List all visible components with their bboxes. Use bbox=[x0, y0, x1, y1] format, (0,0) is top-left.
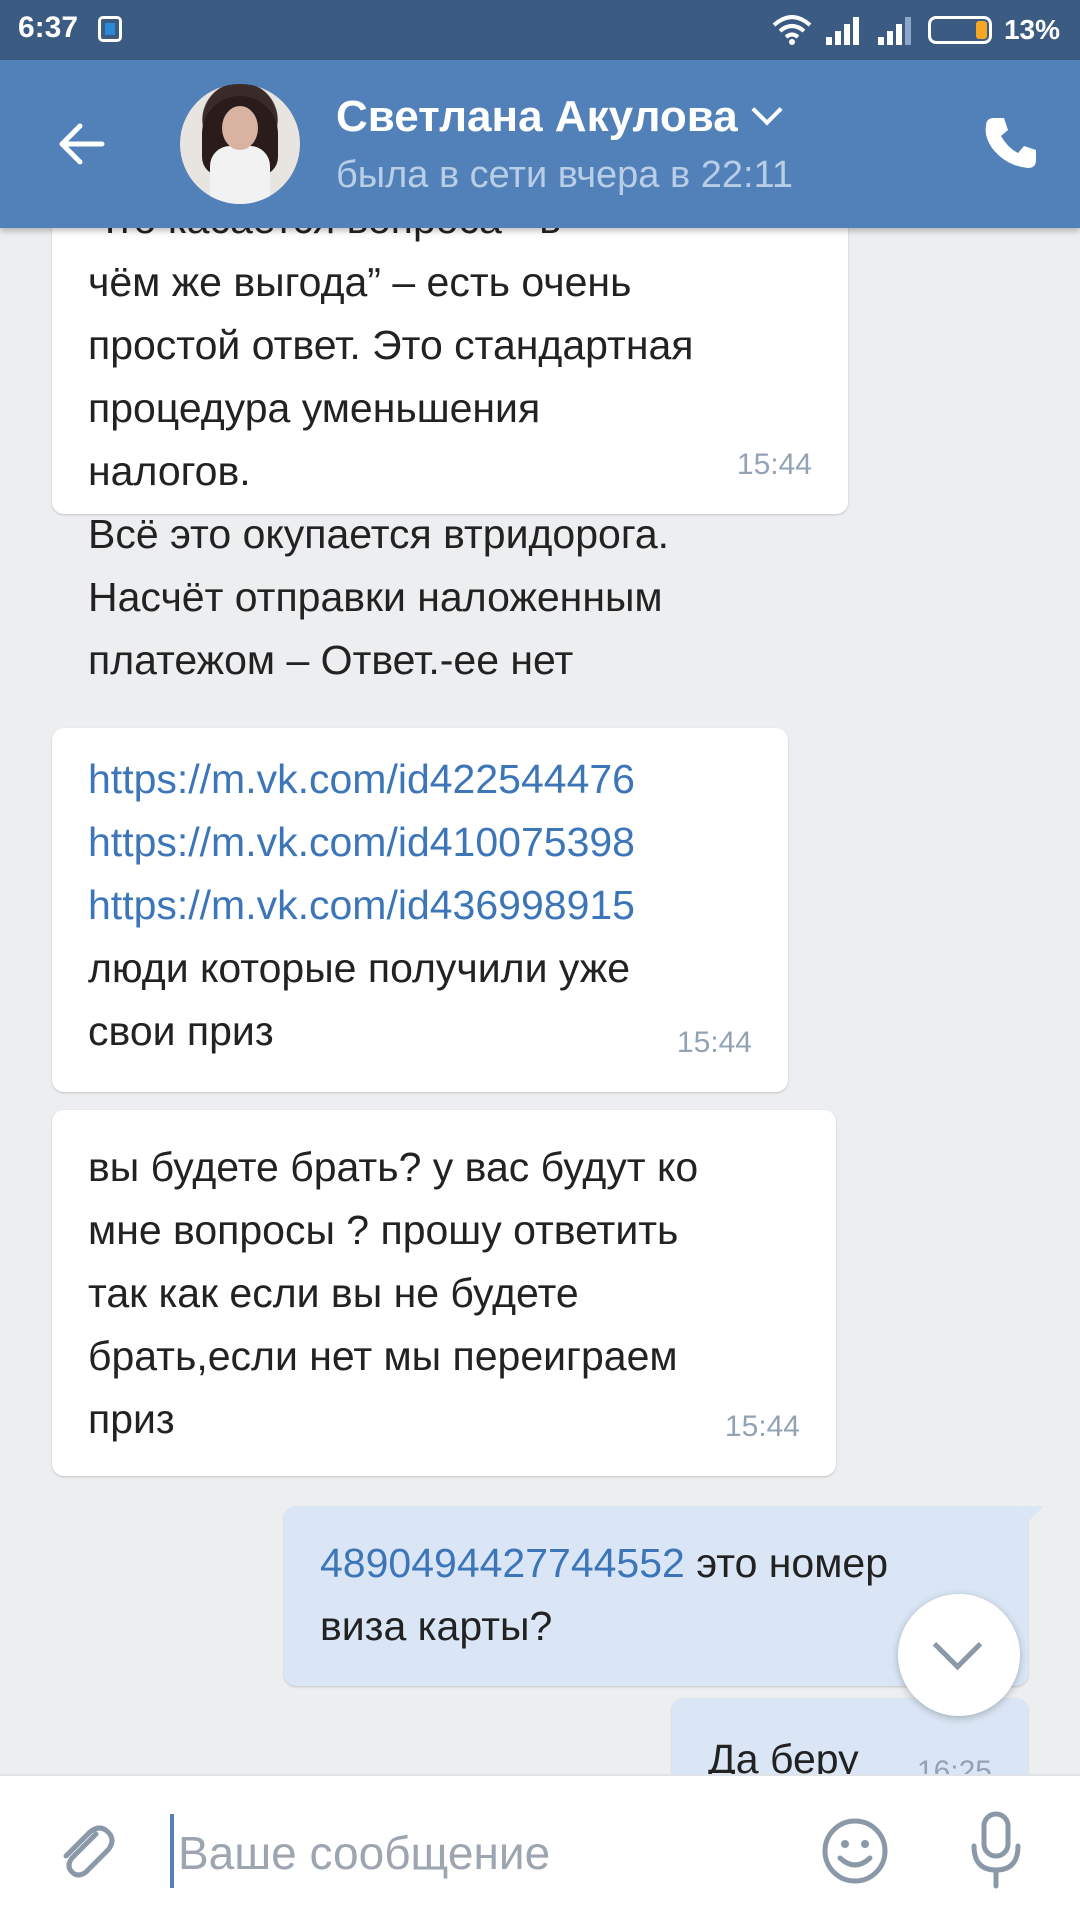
wifi-icon bbox=[772, 15, 812, 45]
message-line: брать,если нет мы переиграем bbox=[88, 1333, 678, 1379]
message-input[interactable] bbox=[176, 1812, 780, 1894]
message-line: люди которые получили уже bbox=[88, 945, 631, 991]
message-line: приз bbox=[88, 1396, 175, 1442]
phone-icon[interactable] bbox=[982, 114, 1040, 172]
message-line: виза карты? bbox=[320, 1603, 553, 1649]
message-line: так как если вы не будете bbox=[88, 1270, 579, 1316]
signal-icon bbox=[825, 17, 859, 45]
bubble-tail bbox=[1022, 1506, 1044, 1528]
notification-icon bbox=[98, 16, 122, 42]
chevron-down-icon bbox=[932, 1620, 983, 1671]
message-line: чём же выгода” – есть очень bbox=[88, 259, 632, 305]
avatar[interactable] bbox=[180, 84, 300, 204]
message-bubble-incoming[interactable]: вы будете брать? у вас будут ко мне вопр… bbox=[52, 1110, 836, 1476]
message-bubble-incoming[interactable]: https://m.vk.com/id422544476 https://m.v… bbox=[52, 728, 788, 1092]
message-link[interactable]: https://m.vk.com/id410075398 bbox=[88, 811, 752, 874]
status-bar: 6:37 13% bbox=[0, 0, 1080, 60]
message-link[interactable]: https://m.vk.com/id436998915 bbox=[88, 874, 752, 937]
message-line: процедура уменьшения bbox=[88, 385, 541, 431]
contact-name-button[interactable]: Светлана Акулова bbox=[336, 92, 783, 142]
message-link[interactable]: https://m.vk.com/id422544476 bbox=[88, 748, 752, 811]
chat-header: Светлана Акулова была в сети вчера в 22:… bbox=[0, 60, 1080, 228]
back-arrow-icon[interactable] bbox=[52, 114, 112, 174]
status-time: 6:37 bbox=[18, 11, 79, 44]
message-line: Насчёт отправки наложенным bbox=[88, 574, 663, 620]
emoji-icon[interactable] bbox=[820, 1816, 890, 1886]
message-line: простой ответ. Это стандартная bbox=[88, 322, 694, 368]
message-line: Всё это окупается втридорога. bbox=[88, 511, 670, 557]
message-line: Что касается вопроса " в bbox=[88, 228, 812, 251]
message-list[interactable]: Что касается вопроса " в чём же выгода” … bbox=[0, 228, 1080, 1774]
chevron-down-icon bbox=[751, 94, 783, 126]
message-line: мне вопросы ? прошу ответить bbox=[88, 1207, 679, 1253]
message-composer bbox=[0, 1774, 1080, 1922]
microphone-icon[interactable] bbox=[966, 1810, 1026, 1890]
signal-icon-2 bbox=[877, 17, 911, 45]
battery-icon bbox=[927, 16, 992, 44]
attach-icon[interactable] bbox=[50, 1816, 120, 1886]
message-time: 15:44 bbox=[736, 448, 812, 481]
text-cursor bbox=[170, 1814, 174, 1888]
message-text: Да беру bbox=[708, 1736, 859, 1774]
message-line: свои приз bbox=[88, 1008, 274, 1054]
message-line: вы будете брать? у вас будут ко bbox=[88, 1144, 699, 1190]
message-time: 15:44 bbox=[676, 1026, 752, 1059]
contact-status: была в сети вчера в 22:11 bbox=[336, 154, 794, 196]
card-number-link[interactable]: 4890494427744552 bbox=[320, 1540, 685, 1586]
contact-name: Светлана Акулова bbox=[336, 92, 738, 141]
message-line: платежом – Ответ.-ее нет bbox=[88, 637, 574, 683]
message-bubble-incoming[interactable]: Что касается вопроса " в чём же выгода” … bbox=[52, 228, 848, 683]
message-text: это номер bbox=[684, 1540, 889, 1586]
battery-percent: 13% bbox=[1003, 14, 1060, 45]
message-time: 16:25 bbox=[916, 1755, 992, 1774]
message-time: 15:44 bbox=[724, 1410, 800, 1443]
message-line: налогов. bbox=[88, 448, 251, 494]
scroll-to-bottom-button[interactable] bbox=[898, 1594, 1020, 1716]
